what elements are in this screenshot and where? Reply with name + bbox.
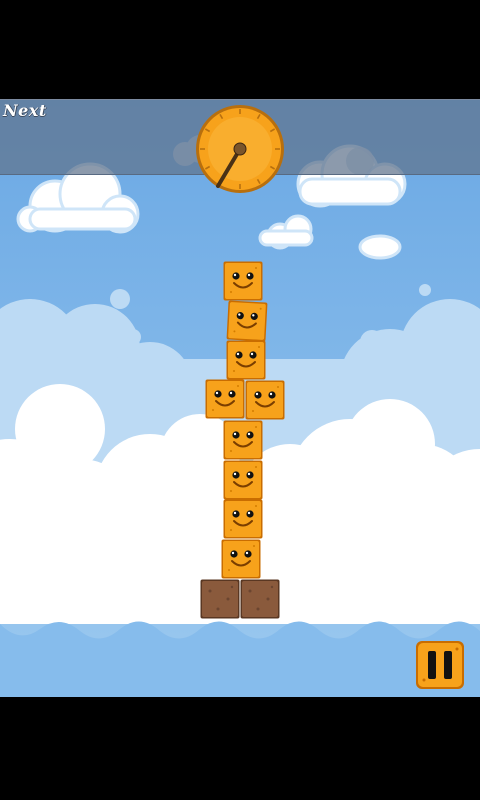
smiley-block-icon [223,460,263,500]
smiley-block-icon [223,420,263,460]
smiley-block-icon [245,380,285,420]
smiley-block-icon [205,379,245,419]
pause-icon [416,641,464,689]
clock-icon [196,105,284,193]
smiley-block-icon [226,300,268,342]
pause-button[interactable] [415,640,465,690]
smiley-block-icon [221,539,261,579]
next-label: Next [3,101,47,120]
smiley-block-icon [226,340,266,380]
dirt-block-icon [240,579,280,619]
smiley-block-icon [223,261,263,301]
dirt-block-icon [200,579,240,619]
smiley-block-icon [223,499,263,539]
